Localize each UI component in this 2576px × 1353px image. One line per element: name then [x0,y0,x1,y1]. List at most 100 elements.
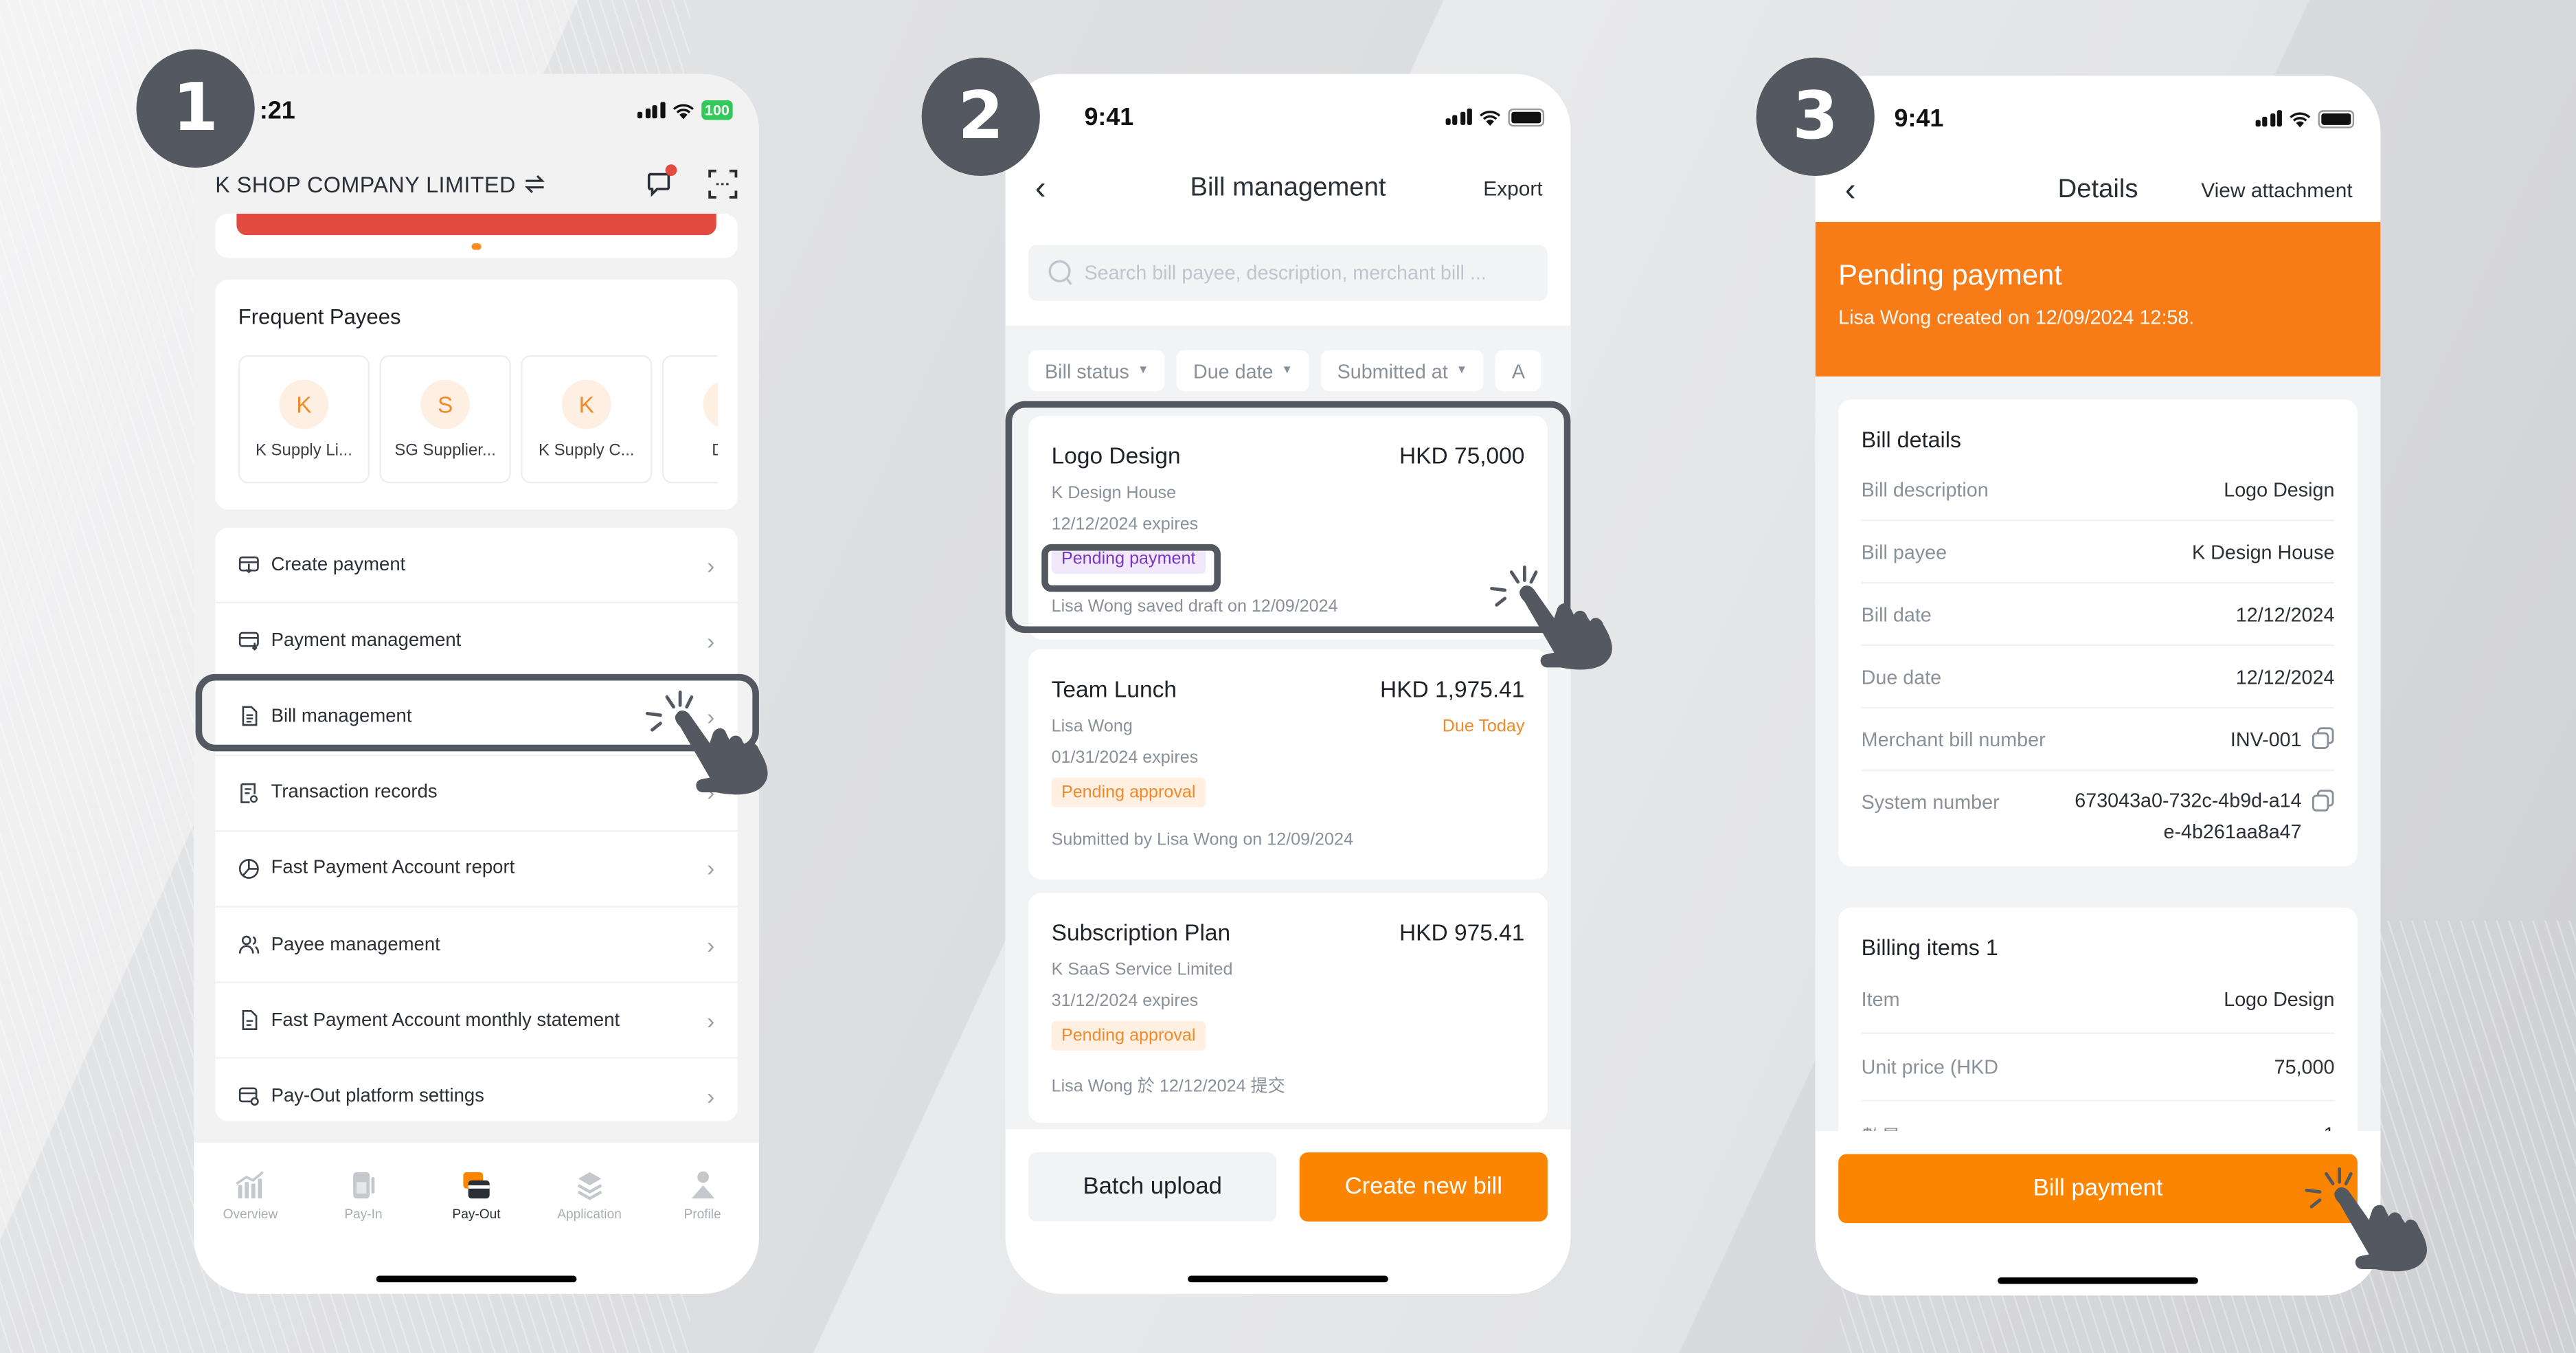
search-input[interactable]: Search bill payee, description, merchant… [1028,245,1548,301]
tab-label: Overview [223,1207,278,1222]
promo-banner[interactable] [236,214,716,236]
bill-title: Team Lunch [1051,675,1177,702]
menu-item-label: Payee management [271,935,440,954]
bill-footer: Submitted by Lisa Wong on 12/09/2024 [1051,830,1353,850]
carousel-indicator [471,243,482,250]
pay-out-menu: Create payment › Payment management › Bill m… [215,527,738,1121]
filter-label: Bill status [1045,359,1129,383]
frequent-payees-card: Frequent Payees K K Supply Li... S SG Suppl… [215,279,738,510]
promo-banner-card[interactable] [215,214,738,258]
detail-label: Due date [1861,665,1942,689]
bill-card[interactable]: Subscription Plan HKD 975.41 K SaaS Servic… [1028,893,1548,1123]
payee-name: K Supply Li... [255,442,352,460]
bill-footer: Lisa Wong 於 12/12/2024 提交 [1051,1077,1285,1097]
tap-hand-icon [2305,1167,2428,1272]
wifi-icon [2290,111,2311,127]
tab-bar: Overview Pay-In Pay-Out Application Profile [194,1142,759,1294]
chevron-right-icon: › [707,1007,715,1034]
step-badge-1: 1 [136,49,255,168]
bill-details-card: Bill details Bill description Logo Design… [1838,399,2358,866]
payee-card[interactable]: K K Supply C... [521,355,653,484]
chevron-right-icon: › [707,1083,715,1110]
status-time: :21 [259,96,295,124]
profile-icon [686,1169,719,1202]
report-icon [238,858,260,879]
tab-label: Application [557,1207,622,1222]
item-label: Item [1861,987,1900,1011]
payee-card[interactable]: K K Supply Li... [238,355,370,484]
tab-overview[interactable]: Overview [201,1169,300,1222]
tab-pay-out[interactable]: Pay-Out [427,1169,526,1222]
bill-card[interactable]: Logo Design HKD 75,000 K Design House 12/12… [1028,416,1548,640]
export-button[interactable]: Export [1483,177,1542,200]
pay-out-icon [460,1169,493,1202]
bill-payee-row: K Design House [1052,483,1525,503]
menu-item-label: Payment management [271,631,462,651]
bill-header: Logo Design HKD 75,000 [1052,443,1525,469]
detail-row: Bill date 12/12/2024 [1861,583,2335,647]
bill-header: Subscription Plan HKD 975.41 [1052,919,1525,945]
copy-icon[interactable] [2312,726,2334,750]
payee-icon [238,934,260,955]
status-banner: Pending payment Lisa Wong created on 12/… [1815,221,2381,377]
status-bar: :21 100 [194,74,759,146]
scan-icon[interactable] [708,169,738,199]
detail-label: Bill date [1861,603,1932,627]
payee-card[interactable]: Dick [662,355,719,484]
section-title: Frequent Payees [238,304,401,329]
bill-amount: HKD 1,975.41 [1380,675,1525,702]
bill-payment-button[interactable]: Bill payment [1838,1154,2358,1223]
item-value: Logo Design [2224,987,2335,1011]
create-new-bill-button[interactable]: Create new bill [1299,1152,1548,1222]
detail-row: Merchant bill number INV-001 [1861,708,2335,772]
copy-icon[interactable] [2312,789,2334,812]
payment-management-icon [238,630,260,651]
statement-icon [238,1009,260,1031]
menu-item-label: Fast Payment Account monthly statement [271,1010,620,1031]
detail-value: Logo Design [2224,478,2335,502]
payee-name: SG Supplier... [394,442,496,460]
bill-amount: HKD 75,000 [1399,442,1525,469]
action-bar: Bill payment [1815,1131,2381,1296]
detail-row: Bill payee K Design House [1861,521,2335,584]
batch-upload-button[interactable]: Batch upload [1028,1152,1277,1222]
tab-profile[interactable]: Profile [653,1169,752,1222]
detail-value: 12/12/2024 [2235,603,2335,627]
detail-label: Merchant bill number [1861,728,2046,752]
tab-pay-in[interactable]: Pay-In [314,1169,412,1222]
bill-card[interactable]: Team Lunch HKD 1,975.41 Lisa Wong Due Today… [1028,649,1548,880]
section-title: Billing items 1 [1861,935,1998,961]
pay-in-icon [347,1169,380,1202]
application-icon [573,1169,606,1202]
bill-payee-row: Lisa Wong Due Today [1052,717,1525,737]
filter-chip[interactable]: Bill status ▼ [1028,350,1166,392]
menu-item-payment-management[interactable]: Payment management › [215,603,738,680]
battery-icon [2318,109,2355,128]
menu-item-fast-payment-account-monthly-statement[interactable]: Fast Payment Account monthly statement › [215,983,738,1060]
billing-item-row: Unit price (HKD 75,000 [1861,1034,2335,1102]
section-title: Bill details [1861,427,1962,452]
wifi-icon [1480,109,1501,125]
menu-item-create-payment[interactable]: Create payment › [215,528,738,604]
view-attachment-button[interactable]: View attachment [2201,179,2352,202]
filter-chip[interactable]: Due date ▼ [1177,350,1309,392]
nav-bar: ‹ Details View attachment [1816,161,2381,220]
filter-chip[interactable]: Submitted at ▼ [1320,350,1484,392]
detail-value-wrap: 673043a0-732c-4b9d-a14e-4b261aa8a47 [2068,789,2334,849]
payee-card[interactable]: S SG Supplier... [379,355,511,484]
bill-amount: HKD 975.41 [1399,919,1525,946]
menu-item-pay-out-platform-settings[interactable]: Pay-Out platform settings › [215,1059,738,1133]
step-badge-2: 2 [921,57,1040,176]
battery-icon [1508,107,1545,126]
tab-application[interactable]: Application [540,1169,638,1222]
detail-label: Bill description [1861,478,1989,502]
messages-button[interactable] [646,164,677,199]
company-switcher[interactable]: K SHOP COMPANY LIMITED [215,172,545,197]
status-time: 9:41 [1894,104,1944,133]
status-time: 9:41 [1084,102,1134,131]
menu-item-fast-payment-account-report[interactable]: Fast Payment Account report › [215,831,738,908]
payee-name: Dick [712,443,718,460]
menu-item-payee-management[interactable]: Payee management › [215,907,738,983]
menu-item-label: Transaction records [271,783,438,803]
filter-chip[interactable]: A [1495,350,1541,392]
